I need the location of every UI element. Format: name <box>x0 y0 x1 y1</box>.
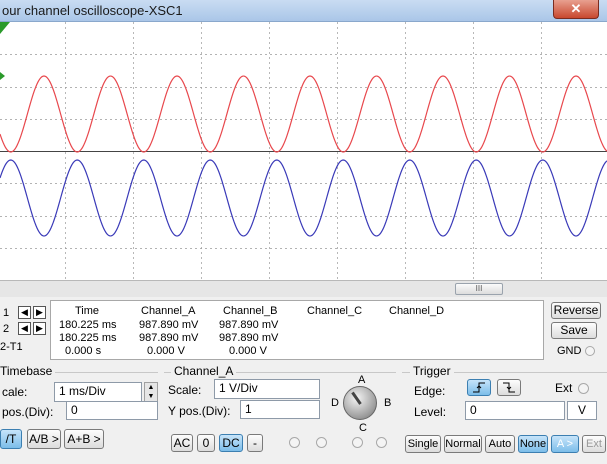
cursor-1-right-button[interactable]: ▶ <box>33 306 46 319</box>
save-button[interactable]: Save <box>551 322 597 339</box>
channel-a-scale-field[interactable]: 1 V/Div <box>214 379 320 399</box>
coupling-zero-button[interactable]: 0 <box>197 434 215 452</box>
coupling-ac-button[interactable]: AC <box>171 434 193 452</box>
channel-a-radio-4[interactable] <box>376 437 387 448</box>
mode-yt-button[interactable]: /T <box>0 429 22 449</box>
invert-button[interactable]: - <box>247 434 263 452</box>
trigger-auto-button[interactable]: Auto <box>485 435 515 453</box>
waveform-plot <box>0 22 607 280</box>
selector-label-d: D <box>331 397 339 409</box>
reverse-button[interactable]: Reverse <box>551 302 601 319</box>
channel-selector-knob[interactable] <box>343 386 377 420</box>
ext-label: Ext <box>555 381 573 395</box>
close-icon: ✕ <box>570 1 582 16</box>
arrow-right-icon: ▶ <box>36 307 43 317</box>
falling-edge-button[interactable] <box>497 379 521 396</box>
measurement-readout: Time Channel_A Channel_B Channel_C Chann… <box>50 300 544 360</box>
y-pos-label: Y pos.(Div): <box>168 404 231 418</box>
t2-time: 180.225 ms <box>59 332 117 344</box>
horizontal-scrollbar[interactable]: III <box>0 280 607 297</box>
spin-down-icon: ▼ <box>147 393 155 400</box>
cursor-diff-label: 2-T1 <box>0 341 23 353</box>
channel-a-radio-3[interactable] <box>352 437 363 448</box>
mode-a-plus-b-button[interactable]: A+B > <box>64 429 104 449</box>
header-channel-c: Channel_C <box>307 305 363 317</box>
cursor-1-left-button[interactable]: ◀ <box>18 306 31 319</box>
trigger-ext-button[interactable]: Ext <box>582 435 606 453</box>
edge-label: Edge: <box>414 384 446 398</box>
cursor-2-left-button[interactable]: ◀ <box>18 322 31 335</box>
level-unit[interactable]: V <box>567 401 597 420</box>
trigger-marker <box>0 22 10 34</box>
gnd-radio[interactable] <box>585 346 595 356</box>
rising-edge-icon <box>473 382 485 393</box>
arrow-right-icon: ▶ <box>36 323 43 333</box>
t1-channel-a: 987.890 mV <box>139 319 199 331</box>
falling-edge-icon <box>503 382 515 393</box>
ext-radio[interactable] <box>578 383 589 394</box>
gnd-label: GND <box>557 345 582 357</box>
channel-a-radio-1[interactable] <box>289 437 300 448</box>
timebase-scale-field[interactable]: 1 ms/Div <box>54 382 142 402</box>
cursor-controls: 1 ◀ ▶ 2 ◀ ▶ 2-T1 <box>0 298 50 360</box>
selector-label-a: A <box>358 374 366 386</box>
trigger-a-button[interactable]: A > <box>551 435 579 453</box>
trigger-title: Trigger <box>410 364 454 378</box>
channel-a-marker <box>0 72 5 80</box>
trigger-single-button[interactable]: Single <box>405 435 441 453</box>
diff-time: 0.000 s <box>65 345 102 357</box>
diff-channel-b: 0.000 V <box>229 345 267 357</box>
scrollbar-thumb[interactable]: III <box>455 283 503 295</box>
window-title: our channel oscilloscope-XSC1 <box>2 3 183 18</box>
cursor-2-right-button[interactable]: ▶ <box>33 322 46 335</box>
channel-b-trace <box>0 159 607 237</box>
t2-channel-a: 987.890 mV <box>139 332 199 344</box>
t1-channel-b: 987.890 mV <box>219 319 279 331</box>
level-label: Level: <box>414 405 447 419</box>
channel-a-radio-2[interactable] <box>316 437 327 448</box>
timebase-title: Timebase <box>0 364 56 378</box>
header-channel-a: Channel_A <box>141 305 196 317</box>
close-button[interactable]: ✕ <box>553 0 599 19</box>
selector-label-b: B <box>384 397 392 409</box>
mode-ab-button[interactable]: A/B > <box>27 429 61 449</box>
arrow-left-icon: ◀ <box>21 307 28 317</box>
knob-pointer-icon <box>351 391 362 405</box>
timebase-scale-spinner[interactable]: ▲ ▼ <box>144 382 158 402</box>
channel-a-scale-label: Scale: <box>168 383 202 397</box>
coupling-dc-button[interactable]: DC <box>219 434 243 452</box>
cursor-2-label: 2 <box>3 323 10 335</box>
rising-edge-button[interactable] <box>467 379 491 396</box>
diff-channel-a: 0.000 V <box>147 345 185 357</box>
y-pos-field[interactable]: 1 <box>240 400 320 419</box>
header-channel-b: Channel_B <box>223 305 278 317</box>
header-channel-d: Channel_D <box>389 305 445 317</box>
selector-label-c: C <box>359 422 367 434</box>
t1-time: 180.225 ms <box>59 319 117 331</box>
trigger-normal-button[interactable]: Normal <box>444 435 482 453</box>
timebase-scale-label: cale: <box>2 385 28 399</box>
arrow-left-icon: ◀ <box>21 323 28 333</box>
channel-a-title: Channel_A <box>171 364 237 378</box>
t2-channel-b: 987.890 mV <box>219 332 279 344</box>
scope-grid <box>0 22 607 280</box>
oscilloscope-display <box>0 22 607 280</box>
x-pos-field[interactable]: 0 <box>66 401 158 420</box>
header-time: Time <box>75 305 100 317</box>
level-field[interactable]: 0 <box>465 401 565 420</box>
spin-up-icon: ▲ <box>147 384 155 391</box>
cursor-1-label: 1 <box>3 307 10 319</box>
trigger-none-button[interactable]: None <box>518 435 548 453</box>
title-bar: our channel oscilloscope-XSC1 ✕ <box>0 0 607 22</box>
x-pos-label: pos.(Div): <box>2 405 54 419</box>
